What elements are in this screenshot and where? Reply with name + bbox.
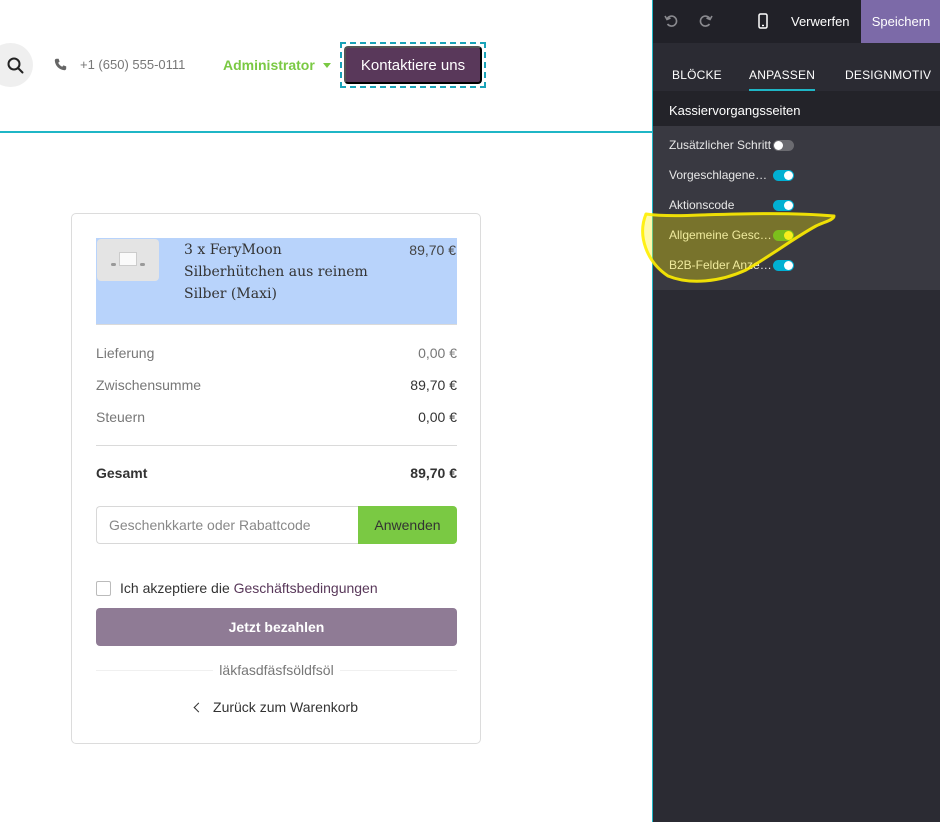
website-editor-panel: Verwerfen Speichern BLÖCKE ANPASSEN DESI… (652, 0, 940, 822)
option-extra-step[interactable]: Zusätzlicher Schritt (669, 135, 929, 155)
header-phone[interactable]: +1 (650) 555-0111 (54, 56, 185, 72)
phone-icon (54, 56, 70, 72)
option-label: Aktionscode (669, 198, 735, 212)
editor-toolbar: Verwerfen Speichern (653, 0, 940, 43)
tab-theme[interactable]: DESIGNMOTIV (845, 68, 931, 82)
option-label: Vorgeschlagenes Zubehör (669, 168, 773, 182)
divider (96, 324, 457, 325)
subtotal-value: 89,70 € (410, 377, 457, 393)
search-button[interactable] (0, 43, 33, 87)
checkout-note-text: läkfasdfäsfsöldfsöl (213, 662, 340, 678)
product-price: 89,70 € (409, 242, 456, 258)
delivery-value: 0,00 € (418, 345, 457, 361)
taxes-row: Steuern 0,00 € (96, 409, 457, 425)
coupon-input[interactable] (96, 506, 358, 544)
website-preview: +1 (650) 555-0111 Administrator Kontakti… (0, 0, 652, 822)
search-icon (7, 57, 24, 73)
pay-now-button[interactable]: Jetzt bezahlen (96, 608, 457, 646)
terms-checkbox-row: Ich akzeptiere die Geschäftsbedingungen (96, 580, 378, 596)
toggle-switch[interactable] (773, 139, 794, 151)
mobile-preview-icon[interactable] (754, 12, 772, 30)
option-terms-and-conditions[interactable]: Allgemeine Geschäftsbedingungen (669, 225, 929, 245)
option-b2b-fields[interactable]: B2B-Felder Anzeigen (669, 255, 929, 275)
subtotal-label: Zwischensumme (96, 377, 202, 393)
redo-icon[interactable] (697, 12, 715, 30)
toggle-switch[interactable] (773, 199, 794, 211)
terms-checkbox[interactable] (96, 580, 111, 596)
editor-tabs: BLÖCKE ANPASSEN DESIGNMOTIV (653, 43, 940, 91)
delivery-label: Lieferung (96, 345, 155, 361)
user-menu[interactable]: Administrator (223, 57, 331, 73)
toggle-switch[interactable] (773, 229, 794, 241)
contact-button-selection: Kontaktiere uns (340, 42, 486, 88)
tab-customize[interactable]: ANPASSEN (749, 68, 816, 91)
divider (96, 445, 457, 446)
back-to-cart-link[interactable]: Zurück zum Warenkorb (96, 699, 457, 715)
total-value: 89,70 € (410, 465, 457, 481)
discard-button[interactable]: Verwerfen (791, 14, 850, 29)
option-label: B2B-Felder Anzeigen (669, 258, 773, 272)
product-name: 3 x FeryMoon Silberhütchen aus reinem Si… (184, 242, 368, 302)
toggle-switch[interactable] (773, 259, 794, 271)
checkout-summary-card: 3 x FeryMoon Silberhütchen aus reinem Si… (71, 213, 481, 744)
terms-label: Ich akzeptiere die (120, 580, 234, 596)
delivery-row: Lieferung 0,00 € (96, 345, 457, 361)
phone-number: +1 (650) 555-0111 (80, 56, 186, 72)
cart-line-item: 3 x FeryMoon Silberhütchen aus reinem Si… (96, 238, 457, 324)
subtotal-row: Zwischensumme 89,70 € (96, 377, 457, 393)
coupon-form: Anwenden (96, 506, 457, 544)
chevron-left-icon (193, 702, 204, 712)
toggle-switch[interactable] (773, 169, 794, 181)
taxes-label: Steuern (96, 409, 146, 425)
total-row: Gesamt 89,70 € (96, 465, 457, 481)
tab-blocks[interactable]: BLÖCKE (672, 68, 722, 82)
contact-button[interactable]: Kontaktiere uns (344, 46, 482, 84)
site-header: +1 (650) 555-0111 Administrator Kontakti… (0, 0, 652, 133)
back-to-cart-label: Zurück zum Warenkorb (213, 699, 358, 715)
apply-coupon-button[interactable]: Anwenden (358, 506, 457, 544)
terms-link[interactable]: Geschäftsbedingungen (234, 580, 378, 596)
option-promo-code[interactable]: Aktionscode (669, 195, 929, 215)
section-title: Kassiervorgangsseiten (653, 91, 940, 126)
taxes-value: 0,00 € (418, 409, 457, 425)
user-menu-label: Administrator (223, 57, 315, 73)
product-thumbnail (97, 239, 159, 281)
save-button[interactable]: Speichern (861, 0, 940, 43)
option-label: Allgemeine Geschäftsbedingungen (669, 228, 773, 242)
caret-down-icon (322, 62, 331, 68)
total-label: Gesamt (96, 465, 148, 481)
option-suggested-accessories[interactable]: Vorgeschlagenes Zubehör (669, 165, 929, 185)
option-label: Zusätzlicher Schritt (669, 138, 772, 152)
checkout-options-list: Zusätzlicher Schritt Vorgeschlagenes Zub… (653, 126, 940, 290)
undo-icon[interactable] (662, 12, 680, 30)
checkout-note: läkfasdfäsfsöldfsöl (96, 662, 457, 678)
